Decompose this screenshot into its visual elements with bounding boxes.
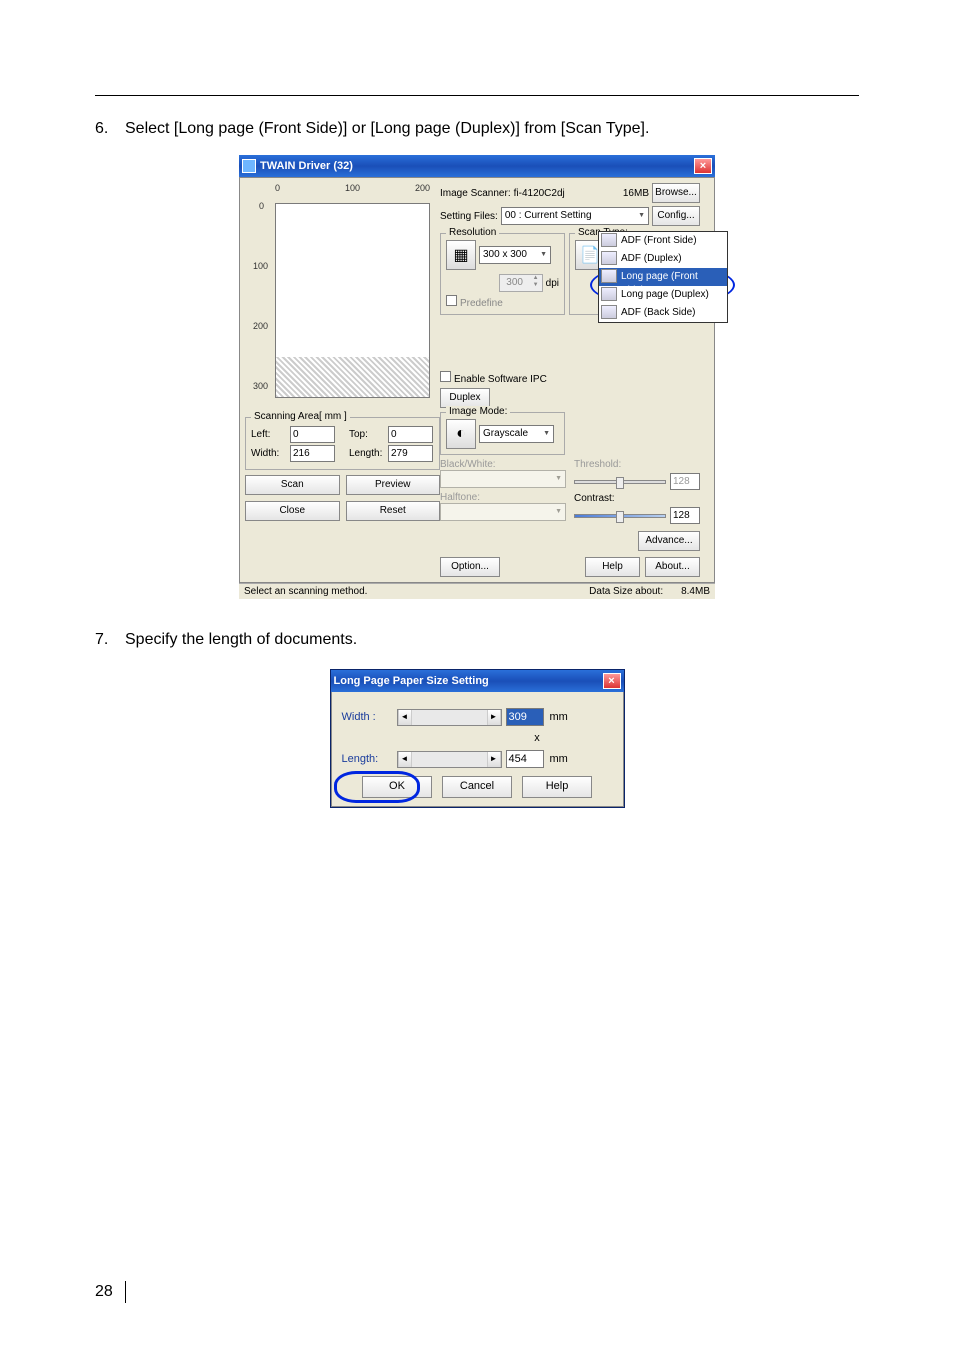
dd-item-adf-duplex[interactable]: ADF (Duplex): [599, 250, 727, 268]
left-input[interactable]: 0: [290, 426, 335, 443]
config-button[interactable]: Config...: [652, 206, 700, 226]
datasize-label: Data Size about:: [589, 586, 663, 597]
preview-ruler-area: 0 100 200 0 100 200 300: [245, 183, 440, 413]
imagemode-group: Image Mode: ◐ Grayscale: [440, 412, 565, 455]
step7-number: 7.: [95, 631, 125, 649]
length-input[interactable]: 279: [388, 445, 433, 462]
close-icon[interactable]: ×: [603, 673, 621, 689]
bw-dropdown: [440, 470, 566, 488]
browse-button[interactable]: Browse...: [652, 183, 700, 203]
app-icon: [242, 159, 256, 173]
titlebar: TWAIN Driver (32) ×: [239, 155, 715, 177]
status-message: Select an scanning method.: [244, 586, 367, 597]
help-button[interactable]: Help: [522, 776, 592, 798]
arrow-right-icon[interactable]: ►: [487, 752, 501, 767]
imagemode-dropdown[interactable]: Grayscale: [479, 425, 554, 443]
scantype-dropdown-list: ADF (Front Side) ADF (Duplex) Long page …: [598, 231, 728, 323]
arrow-left-icon[interactable]: ◄: [398, 710, 412, 725]
close-button[interactable]: Close: [245, 501, 340, 521]
about-button[interactable]: About...: [645, 557, 700, 577]
width-input[interactable]: 216: [290, 445, 335, 462]
contrast-value[interactable]: 128: [670, 507, 700, 524]
length-scrollbar[interactable]: ◄ ►: [397, 751, 502, 768]
resolution-icon: ▦: [446, 240, 476, 270]
imagemode-icon: ◐: [446, 419, 476, 449]
dd-item-adf-back[interactable]: ADF (Back Side): [599, 304, 727, 322]
contrast-slider[interactable]: [574, 514, 666, 518]
width-value[interactable]: 309: [506, 708, 544, 726]
scan-button[interactable]: Scan: [245, 475, 340, 495]
step6-number: 6.: [95, 120, 125, 138]
step7-text: Specify the length of documents.: [125, 631, 357, 649]
page-divider: [125, 1281, 126, 1303]
page-number: 28: [95, 1283, 113, 1301]
longpage-dialog: Long Page Paper Size Setting × Width : ◄…: [330, 669, 625, 808]
width-scrollbar[interactable]: ◄ ►: [397, 709, 502, 726]
setting-files-dropdown[interactable]: 00 : Current Setting: [501, 207, 649, 225]
enable-ipc-checkbox[interactable]: [440, 371, 451, 382]
scan-mode-icon: [601, 269, 617, 283]
predefine-checkbox[interactable]: [446, 295, 457, 306]
scan-mode-icon: [601, 305, 617, 319]
dpi-spinner[interactable]: 300▲▼: [499, 274, 543, 292]
threshold-value: 128: [670, 473, 700, 490]
twain-driver-window: TWAIN Driver (32) × 0 100 200 0 100 200 …: [237, 153, 717, 601]
titlebar2: Long Page Paper Size Setting ×: [331, 670, 624, 692]
advance-button[interactable]: Advance...: [638, 531, 700, 551]
help-button[interactable]: Help: [585, 557, 640, 577]
reset-button[interactable]: Reset: [346, 501, 441, 521]
dd-item-adf-front[interactable]: ADF (Front Side): [599, 232, 727, 250]
dialog-title: Long Page Paper Size Setting: [334, 675, 489, 687]
scan-mode-icon: [601, 251, 617, 265]
preview-box[interactable]: [275, 203, 430, 398]
length-value[interactable]: 454: [506, 750, 544, 768]
duplex-button[interactable]: Duplex: [440, 388, 490, 408]
scanning-area-group: Scanning Area[ mm ] Left: 0 Top: 0 Width…: [245, 417, 440, 470]
resolution-group: Resolution ▦ 300 x 300 300▲▼ dpi Predefi…: [440, 233, 565, 315]
arrow-right-icon[interactable]: ►: [487, 710, 501, 725]
resolution-preset-dropdown[interactable]: 300 x 300: [479, 246, 551, 264]
arrow-left-icon[interactable]: ◄: [398, 752, 412, 767]
step6-text: Select [Long page (Front Side)] or [Long…: [125, 120, 649, 138]
cancel-button[interactable]: Cancel: [442, 776, 512, 798]
window-title: TWAIN Driver (32): [260, 160, 353, 172]
option-button[interactable]: Option...: [440, 557, 500, 577]
ok-button[interactable]: OK: [362, 776, 432, 798]
datasize-value: 8.4MB: [681, 586, 710, 597]
dd-item-longpage-front[interactable]: Long page (Front Side): [599, 268, 727, 286]
halftone-dropdown: [440, 503, 566, 521]
top-input[interactable]: 0: [388, 426, 433, 443]
scan-mode-icon: [601, 233, 617, 247]
dd-item-longpage-duplex[interactable]: Long page (Duplex): [599, 286, 727, 304]
scan-mode-icon: [601, 287, 617, 301]
preview-button[interactable]: Preview: [346, 475, 441, 495]
close-icon[interactable]: ×: [694, 158, 712, 174]
threshold-slider: [574, 480, 666, 484]
